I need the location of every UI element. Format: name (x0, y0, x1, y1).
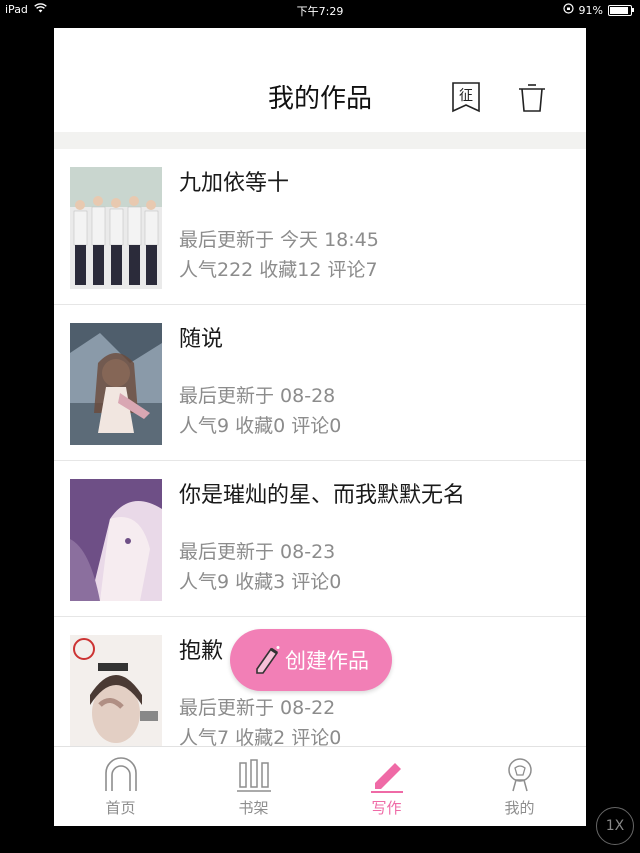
work-updated: 最后更新于 08-22 (179, 697, 336, 719)
work-item[interactable]: 随说 最后更新于 08-28 人气9 收藏0 评论0 (54, 305, 586, 461)
work-title: 九加依等十 (179, 171, 290, 196)
zoom-1x-button[interactable]: 1X (596, 807, 634, 845)
work-stats: 人气222 收藏12 评论7 (179, 259, 378, 281)
work-title: 你是璀灿的星、而我默默无名 (179, 483, 466, 508)
trash-icon (519, 84, 545, 112)
tab-home[interactable]: 首页 (54, 747, 187, 826)
page-title: 我的作品 (267, 84, 372, 114)
battery-percent: 91% (578, 3, 603, 17)
create-work-button[interactable]: 创建作品 (230, 629, 392, 691)
call-for-submissions-button[interactable]: 征 (450, 80, 482, 114)
create-work-label: 创建作品 (285, 649, 369, 673)
tab-bookshelf-label: 书架 (238, 799, 269, 817)
work-stats: 人气9 收藏0 评论0 (179, 415, 342, 437)
orientation-lock-icon (562, 3, 574, 17)
home-arch-icon (104, 757, 137, 791)
pencil-icon (370, 763, 403, 793)
zheng-label: 征 (459, 88, 473, 104)
work-meta: 最后更新于 08-28 人气9 收藏0 评论0 (179, 381, 341, 441)
tab-profile-label: 我的 (504, 799, 535, 817)
work-meta: 最后更新于 08-22 人气7 收藏2 评论0 (179, 693, 341, 746)
work-cover-image (70, 323, 162, 445)
work-cover-image (70, 479, 162, 601)
tab-writing[interactable]: 写作 (320, 747, 453, 826)
work-title: 随说 (179, 327, 224, 352)
header: 我的作品 征 (54, 28, 586, 132)
bookshelf-icon (236, 759, 271, 792)
profile-icon (507, 758, 532, 792)
work-stats: 人气9 收藏3 评论0 (179, 571, 342, 593)
bottom-tab-bar: 首页 书架 写作 我的 (54, 746, 586, 826)
work-item[interactable]: 九加依等十 最后更新于 今天 18:45 人气222 收藏12 评论7 (54, 149, 586, 305)
status-bar: iPad 下午7:29 91% (0, 0, 640, 20)
header-divider (54, 132, 586, 149)
battery-icon (608, 4, 634, 16)
app-window: 我的作品 征 九加依等十 最后更新于 今天 18:45 人气222 收藏12 评… (54, 28, 586, 826)
trash-button[interactable] (516, 80, 548, 114)
work-updated: 最后更新于 08-28 (179, 385, 336, 407)
pencil-icon (256, 646, 280, 674)
work-updated: 最后更新于 08-23 (179, 541, 336, 563)
tab-bookshelf[interactable]: 书架 (187, 747, 320, 826)
work-meta: 最后更新于 今天 18:45 人气222 收藏12 评论7 (179, 225, 379, 285)
status-time: 下午7:29 (296, 5, 344, 18)
tab-writing-label: 写作 (371, 799, 402, 817)
work-cover-image (70, 635, 162, 746)
tab-home-label: 首页 (105, 799, 136, 817)
work-stats: 人气7 收藏2 评论0 (179, 727, 342, 746)
work-updated: 最后更新于 今天 18:45 (179, 229, 379, 251)
work-meta: 最后更新于 08-23 人气9 收藏3 评论0 (179, 537, 341, 597)
work-cover-image (70, 167, 162, 289)
tab-profile[interactable]: 我的 (453, 747, 586, 826)
banner-icon: 征 (452, 82, 480, 113)
work-title: 抱歉 (179, 639, 224, 664)
work-item[interactable]: 你是璀灿的星、而我默默无名 最后更新于 08-23 人气9 收藏3 评论0 (54, 461, 586, 617)
